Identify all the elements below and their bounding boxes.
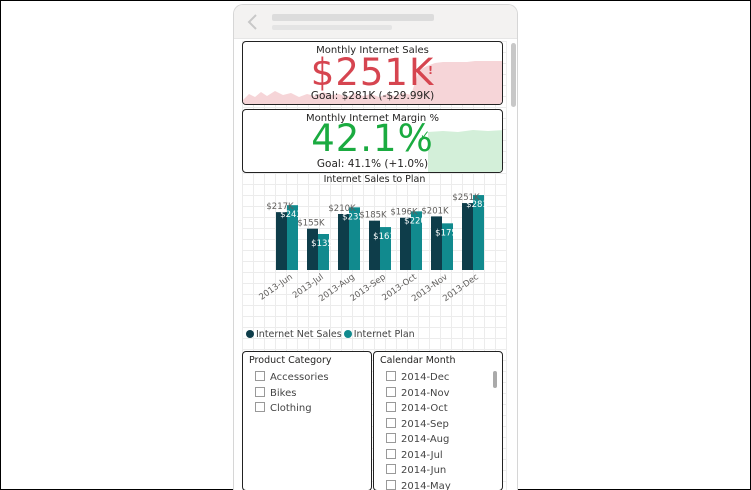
slicer-product-category-list: Accessories Bikes Clothing [255, 371, 329, 418]
data-label-plan: $220 [404, 216, 426, 226]
slicer-option-label: 2014-Nov [401, 387, 450, 399]
slicer-option[interactable]: 2014-Dec [386, 371, 451, 387]
slicer-option[interactable]: 2014-Oct [386, 402, 451, 418]
slicer-option[interactable]: 2014-May [386, 479, 451, 490]
report-title-placeholder [272, 14, 434, 21]
slicer-option[interactable]: Clothing [255, 402, 329, 418]
data-label-plan: $161 [373, 232, 395, 242]
kpi-sales-value: $251K [310, 51, 435, 94]
checkbox-icon[interactable] [386, 479, 396, 490]
legend-dot-icon [343, 330, 352, 338]
page-scrollbar[interactable] [511, 43, 516, 107]
kpi-sales-goal: Goal: $281K (-$29.99K) [310, 90, 435, 102]
legend-item[interactable]: Internet Plan [343, 329, 415, 340]
checkbox-icon[interactable] [255, 402, 265, 412]
checkbox-icon[interactable] [386, 464, 396, 474]
slicer-option[interactable]: 2014-Nov [386, 386, 451, 403]
slicer-option-label: 2014-Jul [401, 449, 443, 461]
data-label-plan: $135 [311, 239, 333, 249]
slicer-option-label: 2014-May [401, 480, 451, 490]
sales-to-plan-chart[interactable]: $217K$2432013-Jun$155K$1352013-Jul$210K$… [242, 186, 507, 326]
x-axis-tick-label: 2013-Dec [441, 272, 481, 304]
checkbox-icon[interactable] [386, 402, 396, 412]
slicer-option-label: Accessories [270, 372, 329, 383]
kpi-card-monthly-internet-margin[interactable]: Monthly Internet Margin % 42.1% ✓ Goal: … [242, 109, 503, 173]
checkbox-icon[interactable] [386, 386, 396, 397]
slicer-option-label: 2014-Sep [401, 418, 449, 430]
slicer-product-category-title: Product Category [249, 355, 332, 366]
slicer-calendar-month-title: Calendar Month [380, 355, 456, 366]
slicer-option-label: 2014-Oct [401, 403, 448, 414]
slicer-option[interactable]: 2014-Jul [386, 448, 451, 465]
slicer-option[interactable]: 2014-Sep [386, 417, 451, 434]
slicer-calendar-month[interactable]: Calendar Month 2014-Dec 2014-Nov 2014-Oct 2… [373, 351, 503, 490]
slicer-option-label: 2014-Aug [401, 434, 450, 445]
data-label-net-sales: $185K [359, 211, 387, 221]
slicer-option-label: Clothing [270, 403, 312, 414]
legend-label: Internet Plan [353, 329, 415, 340]
chevron-left-icon[interactable] [246, 13, 260, 31]
checkbox-icon[interactable] [386, 448, 396, 459]
mobile-header [234, 5, 517, 39]
slicer-scrollbar[interactable] [493, 371, 497, 388]
x-axis-tick-label: 2013-Jun [257, 272, 294, 302]
slicer-option-label: 2014-Jun [401, 465, 447, 476]
bar-internet-net-sales[interactable] [462, 203, 473, 270]
slicer-option[interactable]: 2014-Aug [386, 433, 451, 449]
data-label-net-sales: $201K [421, 206, 449, 216]
legend-dot-icon [246, 330, 254, 338]
slicer-product-category[interactable]: Product Category Accessories Bikes Clothin… [242, 351, 372, 490]
data-label-plan: $281 [466, 200, 488, 210]
checkbox-icon[interactable] [386, 417, 396, 428]
checkmark-icon: ✓ [420, 128, 431, 142]
exclamation-icon: ! [428, 64, 434, 77]
checkbox-icon[interactable] [386, 371, 396, 381]
slicer-option-label: 2014-Dec [401, 372, 450, 383]
chart-title: Internet Sales to Plan [323, 174, 426, 185]
kpi-margin-value: 42.1% [311, 117, 434, 160]
checkbox-icon[interactable] [386, 433, 396, 443]
slicer-calendar-month-list: 2014-Dec 2014-Nov 2014-Oct 2014-Sep 2014-Aug… [386, 371, 451, 490]
chart-legend: Internet Net Sales Internet Plan [246, 329, 417, 340]
kpi-card-monthly-internet-sales[interactable]: Monthly Internet Sales $251K ! Goal: $28… [242, 41, 503, 105]
data-label-net-sales: $155K [297, 219, 325, 229]
checkbox-icon[interactable] [255, 386, 265, 397]
bar-internet-net-sales[interactable] [369, 220, 380, 270]
mobile-report-frame: Monthly Internet Sales $251K ! Goal: $28… [233, 4, 518, 490]
bar-internet-net-sales[interactable] [307, 228, 318, 270]
x-axis-tick-label: 2013-Sep [349, 272, 388, 304]
bar-internet-net-sales[interactable] [338, 214, 349, 270]
slicer-option-label: Bikes [270, 387, 297, 399]
bar-internet-net-sales[interactable] [276, 212, 287, 270]
slicer-option[interactable]: Accessories [255, 371, 329, 387]
legend-label: Internet Net Sales [256, 329, 342, 340]
slicer-option[interactable]: Bikes [255, 386, 329, 403]
slicer-option[interactable]: 2014-Jun [386, 464, 451, 480]
data-label-plan: $175 [435, 228, 457, 238]
report-subtitle-placeholder [272, 25, 392, 30]
report-canvas: Monthly Internet Sales $251K ! Goal: $28… [242, 41, 507, 490]
legend-item[interactable]: Internet Net Sales [246, 329, 342, 340]
kpi-margin-goal: Goal: 41.1% (+1.0%) [316, 158, 429, 170]
checkbox-icon[interactable] [255, 371, 265, 381]
bar-internet-net-sales[interactable] [431, 216, 442, 270]
